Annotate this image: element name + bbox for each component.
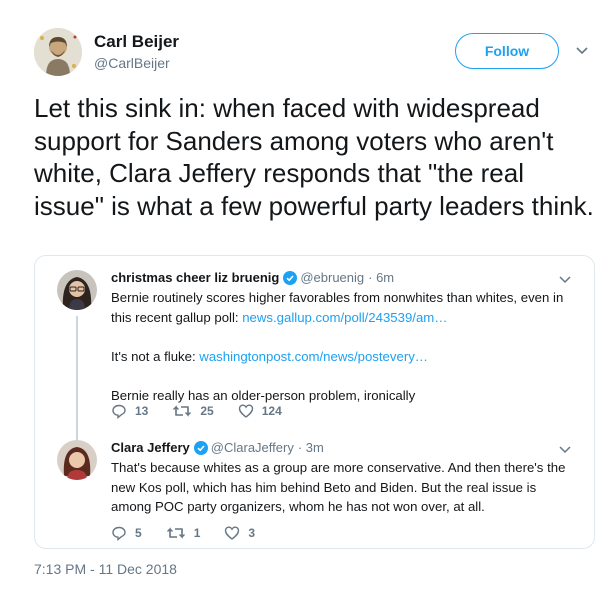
- quoted-time[interactable]: · 6m: [368, 270, 394, 285]
- avatar[interactable]: [57, 270, 97, 310]
- quoted-author-handle[interactable]: @ebruenig: [300, 270, 364, 285]
- chevron-down-icon[interactable]: [558, 442, 572, 456]
- quoted-tweet-header: Clara Jeffery @ClaraJeffery · 3m: [111, 440, 324, 455]
- retweet-count: 1: [193, 526, 201, 540]
- tweet-header: Carl Beijer @CarlBeijer Follow: [0, 0, 605, 90]
- washingtonpost-link[interactable]: washingtonpost.com/news/postevery…: [199, 349, 428, 364]
- like-icon: [224, 525, 248, 541]
- tweet-text: Let this sink in: when faced with widesp…: [34, 93, 594, 221]
- tweet-actions: 13 25 124: [111, 403, 306, 419]
- quoted-tweet-text: That's because whites as a group are mor…: [111, 460, 566, 514]
- retweet-button[interactable]: 1: [166, 525, 201, 541]
- quoted-author-handle[interactable]: @ClaraJeffery: [211, 440, 294, 455]
- retweet-button[interactable]: 25: [172, 403, 214, 419]
- quoted-tweet-header: christmas cheer liz bruenig @ebruenig · …: [111, 270, 394, 285]
- quoted-tweet-text: Bernie routinely scores higher favorable…: [111, 288, 577, 405]
- chevron-down-icon[interactable]: [558, 272, 572, 286]
- like-button[interactable]: 124: [238, 403, 282, 419]
- tweet-timestamp[interactable]: 7:13 PM - 11 Dec 2018: [34, 561, 177, 577]
- quoted-tweet[interactable]: Clara Jeffery @ClaraJeffery · 3m That's …: [35, 440, 594, 541]
- retweet-icon: [166, 525, 194, 541]
- reply-count: 13: [135, 404, 149, 418]
- reply-button[interactable]: 5: [111, 525, 142, 541]
- author-handle[interactable]: @CarlBeijer: [94, 55, 170, 71]
- quoted-tweet[interactable]: christmas cheer liz bruenig @ebruenig · …: [35, 270, 594, 444]
- follow-button[interactable]: Follow: [455, 33, 559, 69]
- thread-connector: [76, 316, 78, 444]
- like-count: 3: [248, 526, 256, 540]
- reply-icon: [111, 403, 135, 419]
- reply-count: 5: [135, 526, 142, 540]
- retweet-icon: [172, 403, 200, 419]
- quoted-time[interactable]: · 3m: [298, 440, 324, 455]
- reply-button[interactable]: 13: [111, 403, 148, 419]
- verified-badge-icon: [283, 270, 298, 285]
- author-avatar[interactable]: [34, 28, 82, 76]
- paragraph-text: It's not a fluke:: [111, 348, 200, 364]
- tweet-actions: 5 1 3: [111, 525, 279, 541]
- chevron-down-icon[interactable]: [575, 43, 589, 57]
- retweet-count: 25: [200, 404, 214, 418]
- like-button[interactable]: 3: [224, 525, 255, 541]
- author-name[interactable]: Carl Beijer: [94, 32, 179, 52]
- like-count: 124: [261, 404, 282, 418]
- quoted-author-name[interactable]: Clara Jeffery: [111, 440, 190, 455]
- avatar[interactable]: [57, 440, 97, 480]
- verified-badge-icon: [193, 440, 208, 455]
- like-icon: [238, 403, 262, 419]
- quoted-thread-card[interactable]: christmas cheer liz bruenig @ebruenig · …: [34, 255, 595, 549]
- quoted-author-name[interactable]: christmas cheer liz bruenig: [111, 270, 279, 285]
- reply-icon: [111, 525, 135, 541]
- gallup-link[interactable]: news.gallup.com/poll/243539/am…: [242, 310, 447, 325]
